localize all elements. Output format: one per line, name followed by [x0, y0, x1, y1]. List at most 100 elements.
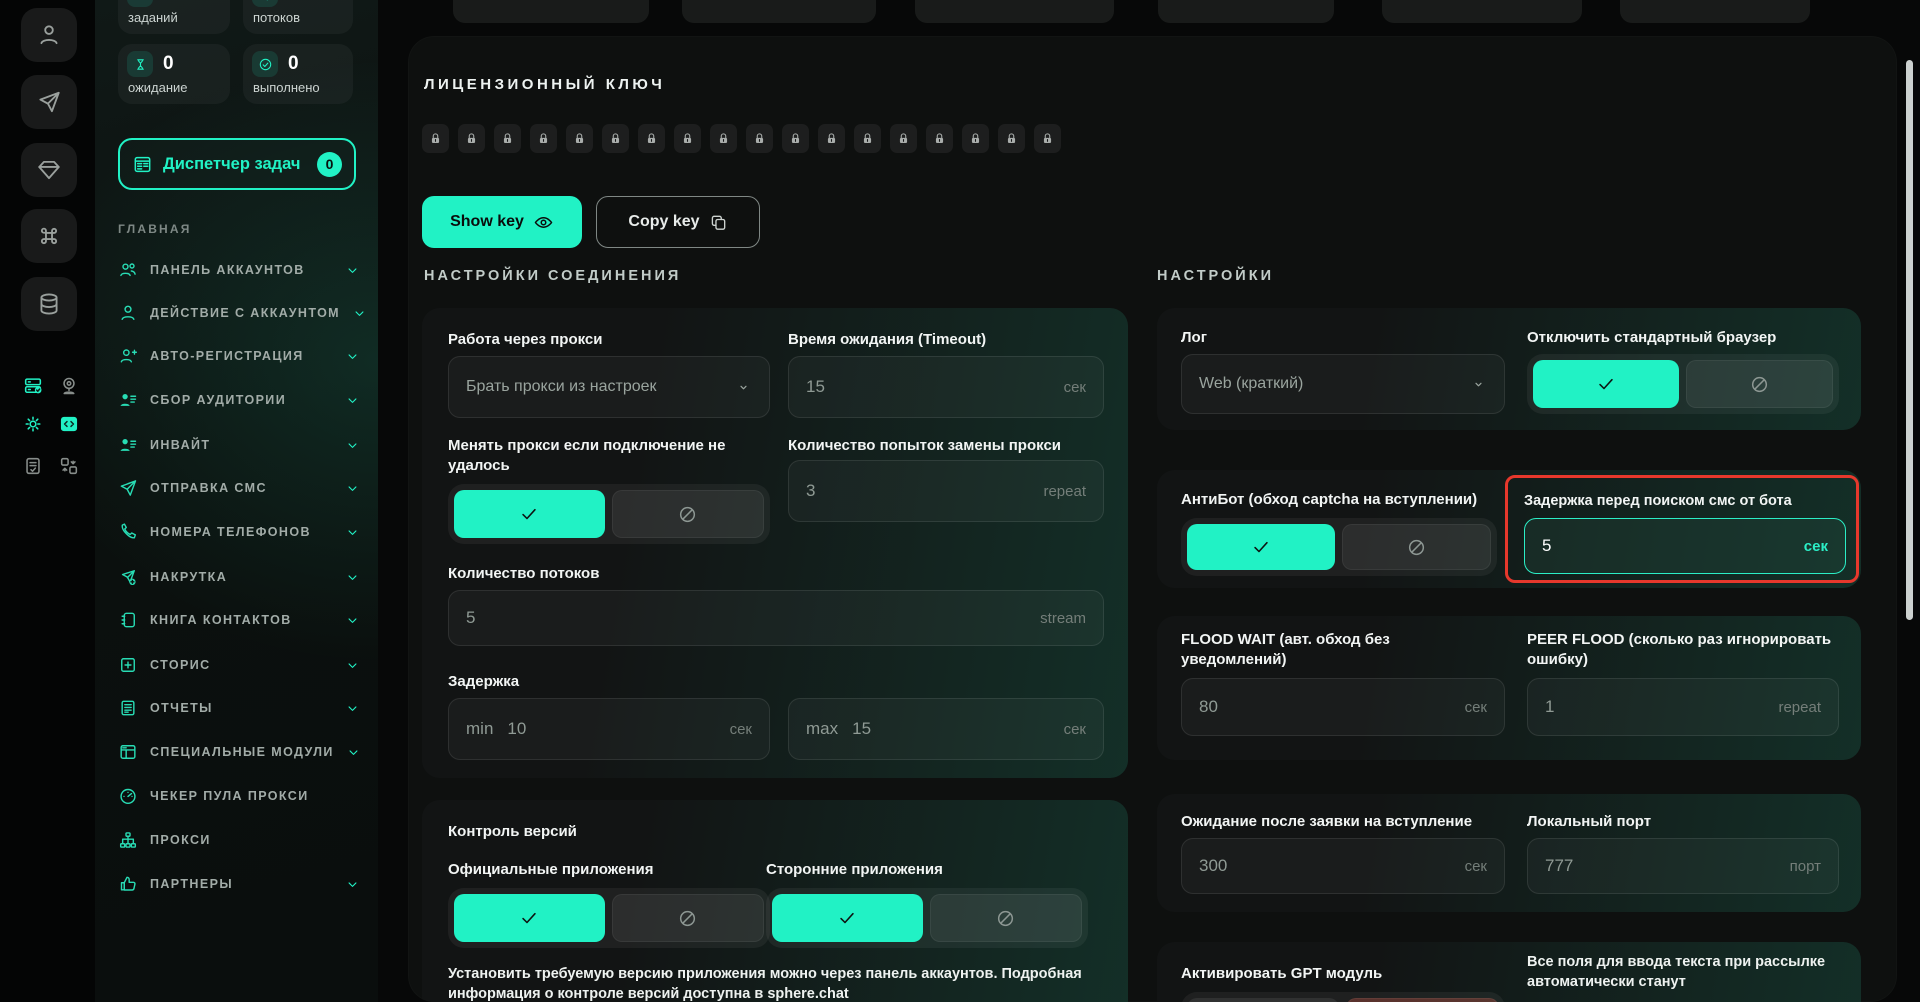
- version-control-note: Установить требуемую версию приложения м…: [448, 964, 1108, 1002]
- sidebar-item-11[interactable]: ОТЧЕТЫ: [118, 695, 360, 721]
- peer-flood-input[interactable]: 1 repeat: [1527, 678, 1839, 736]
- sidebar-item-3[interactable]: АВТО-РЕГИСТРАЦИЯ: [118, 343, 360, 369]
- official-apps-off-button[interactable]: [612, 894, 765, 942]
- gauge-icon: [118, 786, 138, 806]
- retry-input[interactable]: 3 repeat: [788, 460, 1104, 522]
- antibot-off-button[interactable]: [1342, 524, 1492, 570]
- disable-browser-on-button[interactable]: [1533, 360, 1679, 408]
- rail-send-button[interactable]: [21, 75, 77, 129]
- switch-proxy-on-button[interactable]: [454, 490, 605, 538]
- disable-browser-label: Отключить стандартный браузер: [1527, 328, 1776, 348]
- sidebar-item-label: ДЕЙСТВИЕ С АККАУНТОМ: [150, 306, 340, 320]
- copy-key-button[interactable]: Copy key: [596, 196, 760, 248]
- sms-delay-value: 5: [1542, 536, 1551, 556]
- prohibit-icon: [677, 908, 698, 929]
- thirdparty-apps-off-button[interactable]: [930, 894, 1083, 942]
- sidebar-item-4[interactable]: СБОР АУДИТОРИИ: [118, 387, 360, 413]
- top-tab-5[interactable]: [1382, 0, 1582, 23]
- sidebar-item-label: НОМЕРА ТЕЛЕФОНОВ: [150, 525, 333, 539]
- lock-icon: [890, 124, 917, 153]
- rail-mini-code-button[interactable]: [57, 413, 81, 437]
- sidebar-item-2[interactable]: ДЕЙСТВИЕ С АККАУНТОМ: [118, 300, 360, 326]
- peer-flood-value: 1: [1545, 697, 1554, 717]
- vertical-scrollbar[interactable]: [1906, 60, 1913, 620]
- official-apps-on-button[interactable]: [454, 894, 605, 942]
- sidebar-item-13[interactable]: ЧЕКЕР ПУЛА ПРОКСИ: [118, 783, 360, 809]
- stat-label: ожидание: [128, 80, 230, 95]
- official-apps-label: Официальные приложения: [448, 860, 653, 880]
- task-manager-icon: [132, 154, 153, 175]
- sidebar-item-5[interactable]: ИНВАЙТ: [118, 432, 360, 458]
- plus-square-icon: [118, 655, 138, 675]
- top-tab-4[interactable]: [1158, 0, 1334, 23]
- lock-icon: [644, 131, 659, 146]
- join-wait-input[interactable]: 300 сек: [1181, 838, 1505, 894]
- top-tab-6[interactable]: [1620, 0, 1810, 23]
- gpt-off-button[interactable]: [1346, 998, 1500, 1002]
- rail-database-button[interactable]: [21, 277, 77, 331]
- sidebar-item-8[interactable]: НАКРУТКА: [118, 564, 360, 590]
- delay-max-input[interactable]: max 15 сек: [788, 698, 1104, 760]
- modules-icon: [118, 742, 138, 762]
- lock-icon: [998, 124, 1025, 153]
- chevron-icon: [345, 877, 360, 892]
- lock-icon: [782, 124, 809, 153]
- rail-user-button[interactable]: [21, 8, 77, 62]
- log-select[interactable]: Web (краткий): [1181, 354, 1505, 414]
- timeout-input[interactable]: 15 сек: [788, 356, 1104, 418]
- doc-check-icon: [22, 455, 44, 477]
- local-port-input[interactable]: 777 порт: [1527, 838, 1839, 894]
- join-wait-card: Ожидание после заявки на вступление 300 …: [1157, 794, 1861, 912]
- sidebar-item-1[interactable]: ПАНЕЛЬ АККАУНТОВ: [118, 257, 360, 283]
- task-manager-badge: 0: [317, 152, 342, 177]
- flood-card: FLOOD WAIT (авт. обход без уведомлений) …: [1157, 616, 1861, 760]
- threads-label: Количество потоков: [448, 564, 599, 584]
- antibot-on-button[interactable]: [1187, 524, 1335, 570]
- top-tab-1[interactable]: [453, 0, 649, 23]
- task-manager-button[interactable]: Диспетчер задач 0: [118, 138, 356, 190]
- proxy-mode-select[interactable]: Брать прокси из настроек: [448, 356, 770, 418]
- chevron-icon: [346, 745, 361, 760]
- sms-delay-input[interactable]: 5 сек: [1524, 518, 1846, 574]
- antibot-label: АнтиБот (обход captcha на вступлении): [1181, 490, 1477, 510]
- antibot-card: АнтиБот (обход captcha на вступлении) За…: [1157, 470, 1861, 588]
- rail-command-button[interactable]: [21, 209, 77, 263]
- sidebar-item-14[interactable]: ПРОКСИ: [118, 827, 360, 853]
- rail-mini-swap-button[interactable]: [57, 455, 81, 479]
- sidebar-item-label: ИНВАЙТ: [150, 438, 333, 452]
- rail-mini-webcam-button[interactable]: [57, 375, 81, 399]
- check-icon: [518, 907, 540, 929]
- hourglass-icon: [133, 57, 148, 72]
- lock-icon: [860, 131, 875, 146]
- sidebar-item-15[interactable]: ПАРТНЕРЫ: [118, 871, 360, 897]
- prohibit-icon: [1406, 537, 1427, 558]
- lock-icon: [536, 131, 551, 146]
- chevron-icon: [345, 263, 360, 278]
- rail-mini-server-button[interactable]: [21, 375, 45, 399]
- threads-input[interactable]: 5 stream: [448, 590, 1104, 646]
- sidebar-item-7[interactable]: НОМЕРА ТЕЛЕФОНОВ: [118, 519, 360, 545]
- show-key-button[interactable]: Show key: [422, 196, 582, 248]
- join-wait-label: Ожидание после заявки на вступление: [1181, 812, 1472, 832]
- rail-mini-doc-check-button[interactable]: [21, 455, 45, 479]
- database-icon: [36, 291, 62, 317]
- top-tab-3[interactable]: [915, 0, 1114, 23]
- sidebar-item-10[interactable]: СТОРИС: [118, 652, 360, 678]
- settings-title: НАСТРОЙКИ: [1157, 268, 1274, 284]
- delay-min-input[interactable]: min 10 сек: [448, 698, 770, 760]
- switch-proxy-off-button[interactable]: [612, 490, 765, 538]
- prohibit-icon: [677, 504, 698, 525]
- sidebar-item-6[interactable]: ОТПРАВКА СМС: [118, 475, 360, 501]
- sidebar-item-9[interactable]: КНИГА КОНТАКТОВ: [118, 607, 360, 633]
- sidebar-item-12[interactable]: СПЕЦИАЛЬНЫЕ МОДУЛИ: [118, 739, 360, 765]
- flood-wait-input[interactable]: 80 сек: [1181, 678, 1505, 736]
- check-icon: [1595, 373, 1617, 395]
- stat-value: 0: [288, 53, 299, 75]
- rail-mini-gear-button[interactable]: [21, 413, 45, 437]
- disable-browser-off-button[interactable]: [1686, 360, 1834, 408]
- thirdparty-apps-on-button[interactable]: [772, 894, 923, 942]
- send-icon: [118, 478, 138, 498]
- gpt-on-button[interactable]: [1187, 998, 1339, 1002]
- top-tab-2[interactable]: [682, 0, 876, 23]
- rail-diamond-button[interactable]: [21, 143, 77, 197]
